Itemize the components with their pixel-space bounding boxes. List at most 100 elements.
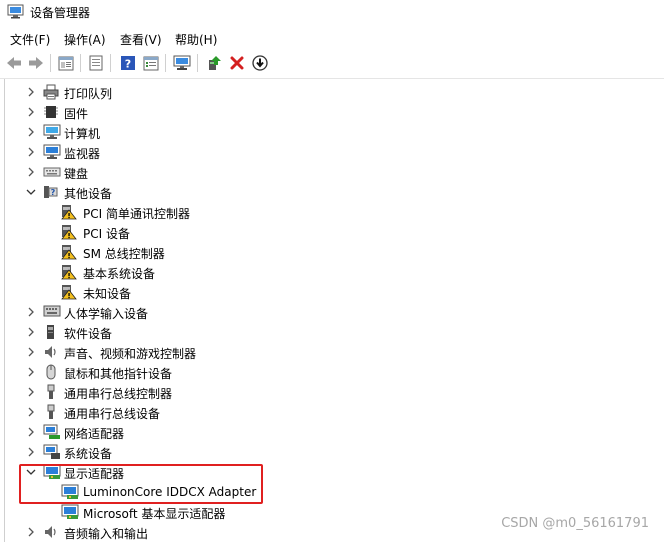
tree-item-label: 声音、视频和游戏控制器 [64, 347, 197, 361]
monitor-icon[interactable] [172, 53, 192, 73]
tree-item-label: 固件 [64, 107, 89, 121]
tree-item-label: 系统设备 [64, 447, 113, 461]
chevron-down-icon[interactable] [26, 186, 36, 198]
tree-device[interactable]: PCI 设备 [0, 222, 660, 242]
chevron-right-icon[interactable] [26, 106, 36, 118]
warning-device-icon [61, 244, 77, 260]
tree-device[interactable]: 基本系统设备 [0, 262, 660, 282]
tree-category[interactable]: 通用串行总线设备 [0, 402, 660, 422]
tree-item-label: 打印队列 [64, 87, 113, 101]
tree-device[interactable]: 未知设备 [0, 282, 660, 302]
chevron-right-icon[interactable] [26, 366, 36, 378]
tree-item-label: PCI 设备 [83, 227, 130, 241]
tree-item-label: SM 总线控制器 [83, 247, 165, 261]
tree-item-label: Microsoft 基本显示适配器 [83, 507, 226, 521]
system-device-icon [43, 444, 60, 460]
tree-item-label: 基本系统设备 [83, 267, 156, 281]
tree-category[interactable]: 系统设备 [0, 442, 660, 462]
chevron-right-icon[interactable] [26, 526, 36, 538]
chevron-right-icon[interactable] [26, 386, 36, 398]
watermark: CSDN @m0_56161791 [501, 516, 649, 531]
chevron-right-icon[interactable] [26, 306, 36, 318]
tree-item-label: 其他设备 [64, 187, 113, 201]
menu-bar: 文件(F) 操作(A) 查看(V) 帮助(H) [0, 28, 664, 48]
tree-category[interactable]: ? 其他设备 [0, 182, 660, 202]
chevron-right-icon[interactable] [26, 326, 36, 338]
warning-device-icon [61, 224, 77, 240]
tree-item-label: 通用串行总线控制器 [64, 387, 173, 401]
menu-help[interactable]: 帮助(H) [175, 31, 217, 48]
toolbar: ? [0, 51, 664, 75]
chip-icon [43, 104, 59, 120]
help-icon[interactable]: ? [118, 53, 138, 73]
chevron-right-icon[interactable] [26, 446, 36, 458]
svg-text:?: ? [51, 188, 56, 197]
tree-item-label: 软件设备 [64, 327, 113, 341]
back-icon[interactable] [4, 53, 24, 73]
warning-device-icon [61, 204, 77, 220]
device-tree: 打印队列固件计算机监视器键盘? 其他设备 PCI 简单通讯控制器 PCI 设备 SM 总… [0, 78, 664, 542]
chevron-right-icon[interactable] [26, 146, 36, 158]
tree-item-label: 监视器 [64, 147, 101, 161]
warning-device-icon [61, 264, 77, 280]
tree-category[interactable]: 软件设备 [0, 322, 660, 342]
forward-icon[interactable] [26, 53, 46, 73]
mouse-icon [43, 364, 59, 380]
highlight-box [19, 464, 263, 504]
tree-item-label: PCI 简单通讯控制器 [83, 207, 190, 221]
tree-item-label: 未知设备 [83, 287, 132, 301]
tree-category[interactable]: 计算机 [0, 122, 660, 142]
speaker-icon [43, 344, 59, 360]
tree-category[interactable]: 人体学输入设备 [0, 302, 660, 322]
chevron-right-icon[interactable] [26, 126, 36, 138]
printer-icon [43, 84, 59, 100]
chevron-right-icon[interactable] [26, 86, 36, 98]
keyboard-icon [43, 164, 61, 180]
software-device-icon [43, 324, 59, 340]
properties-icon[interactable] [56, 53, 76, 73]
tree-category[interactable]: 通用串行总线控制器 [0, 382, 660, 402]
chevron-right-icon[interactable] [26, 406, 36, 418]
tree-device[interactable]: PCI 简单通讯控制器 [0, 202, 660, 222]
tree-item-label: 鼠标和其他指针设备 [64, 367, 173, 381]
chevron-right-icon[interactable] [26, 426, 36, 438]
tree-item-label: 网络适配器 [64, 427, 125, 441]
scan-hardware-icon[interactable] [250, 53, 270, 73]
tree-category[interactable]: 网络适配器 [0, 422, 660, 442]
tree-category[interactable]: 打印队列 [0, 82, 660, 102]
menu-view[interactable]: 查看(V) [120, 31, 162, 48]
tree-category[interactable]: 键盘 [0, 162, 660, 182]
uninstall-icon[interactable] [227, 53, 247, 73]
tree-category[interactable]: 鼠标和其他指针设备 [0, 362, 660, 382]
chevron-right-icon[interactable] [26, 166, 36, 178]
menu-file[interactable]: 文件(F) [10, 31, 50, 48]
menu-action[interactable]: 操作(A) [64, 31, 106, 48]
update-driver-icon[interactable] [204, 53, 224, 73]
usb-icon [43, 404, 59, 420]
window-title: 设备管理器 [30, 6, 91, 20]
tree-category[interactable]: 监视器 [0, 142, 660, 162]
title-bar: 设备管理器 [0, 0, 664, 26]
network-icon [43, 424, 60, 440]
console-icon[interactable] [86, 53, 106, 73]
tree-category[interactable]: 声音、视频和游戏控制器 [0, 342, 660, 362]
hid-icon [43, 304, 61, 320]
svg-text:?: ? [125, 58, 131, 71]
speaker-icon [43, 524, 59, 540]
device-manager-icon [7, 4, 24, 19]
display-adapter-icon [61, 504, 79, 520]
computer-icon [43, 124, 61, 140]
monitor-icon [43, 144, 61, 160]
chevron-right-icon[interactable] [26, 346, 36, 358]
warning-device-icon [61, 284, 77, 300]
tree-device[interactable]: SM 总线控制器 [0, 242, 660, 262]
tree-item-label: 人体学输入设备 [64, 307, 149, 321]
tree-item-label: 计算机 [64, 127, 101, 141]
tree-item-label: 键盘 [64, 167, 89, 181]
usb-icon [43, 384, 59, 400]
unknown-device-icon: ? [43, 184, 59, 200]
tree-item-label: 通用串行总线设备 [64, 407, 161, 421]
tree-category[interactable]: 固件 [0, 102, 660, 122]
tree-item-label: 音频输入和输出 [64, 527, 149, 541]
view-icon[interactable] [141, 53, 161, 73]
